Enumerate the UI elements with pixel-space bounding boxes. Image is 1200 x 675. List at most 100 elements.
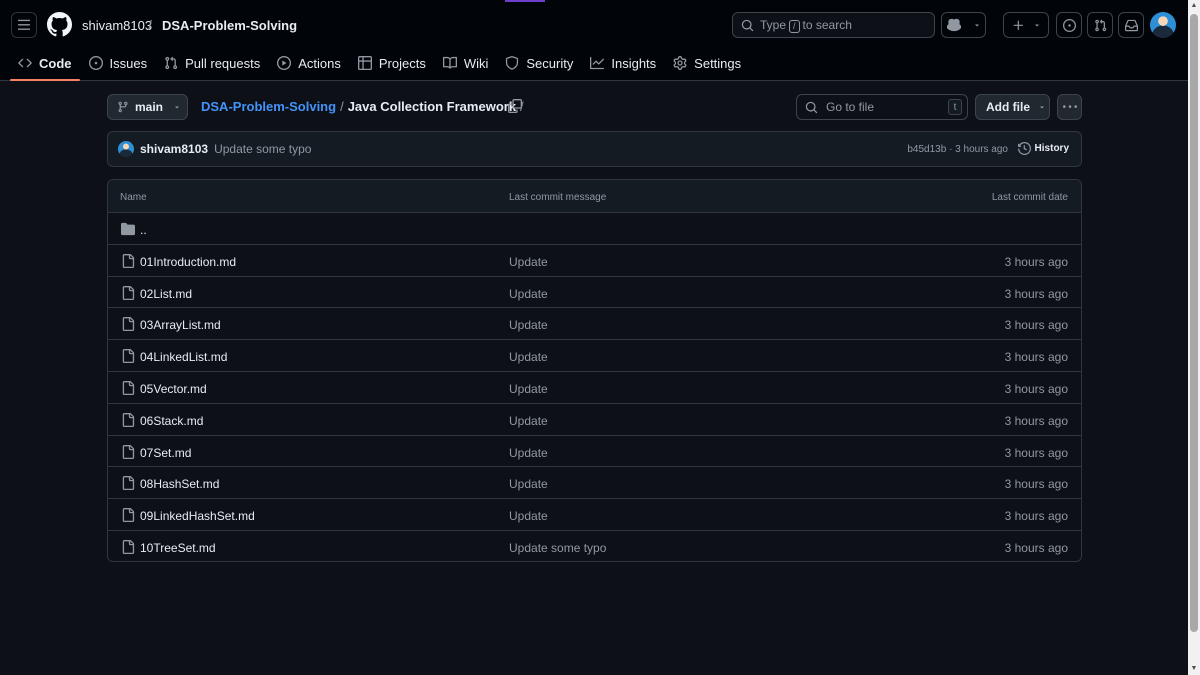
column-header-commit-date: Last commit date [991,192,1068,203]
table-row[interactable]: 08HashSet.md Update 3 hours ago [108,467,1081,500]
file-path-breadcrumb: DSA-Problem-Solving / Java Collection Fr… [201,99,524,114]
commit-author-avatar[interactable] [118,141,134,157]
table-row[interactable]: 01Introduction.md Update 3 hours ago [108,245,1081,277]
file-name-link[interactable]: 07Set.md [140,446,191,460]
file-commit-date: 3 hours ago [1004,509,1068,524]
header-owner-link[interactable]: shivam8103 [82,18,152,33]
search-placeholder: Type / to search [760,18,852,33]
table-row[interactable]: 04LinkedList.md Update 3 hours ago [108,340,1081,372]
file-icon [121,444,135,459]
file-commit-message-link[interactable]: Update [509,255,548,269]
file-commit-message-link[interactable]: Update [509,287,548,301]
tab-insights-label: Insights [611,55,657,71]
commit-hash-and-time[interactable]: b45d13b · 3 hours ago [907,144,1008,155]
chevron-down-icon [1033,21,1041,29]
branch-selector-button[interactable]: main [107,94,188,120]
inbox-button[interactable] [1118,12,1144,38]
file-name-link[interactable]: 08HashSet.md [140,477,219,491]
table-row[interactable]: 03ArrayList.md Update 3 hours ago [108,308,1081,341]
file-commit-date: 3 hours ago [1004,540,1068,555]
copilot-icon [946,18,961,32]
file-commit-message-link[interactable]: Update some typo [509,541,606,555]
table-row[interactable]: 06Stack.md Update 3 hours ago [108,404,1081,436]
pull-requests-button[interactable] [1087,12,1113,38]
file-name-link[interactable]: 10TreeSet.md [140,541,216,555]
plus-icon [1012,19,1025,32]
search-placeholder-suffix: to search [802,17,852,32]
file-table-header: Name Last commit message Last commit dat… [108,180,1081,213]
github-logo-icon[interactable] [47,12,72,37]
header-repo-link[interactable]: DSA-Problem-Solving [162,18,297,33]
user-avatar[interactable] [1150,12,1176,38]
file-icon [121,412,135,427]
tab-settings[interactable]: Settings [665,50,749,76]
parent-directory-row[interactable]: .. [108,213,1081,245]
file-commit-date: 3 hours ago [1004,350,1068,365]
file-name-link[interactable]: 06Stack.md [140,414,203,428]
file-commit-message-link[interactable]: Update [509,318,548,332]
issues-button[interactable] [1056,12,1082,38]
add-file-button[interactable]: Add file [975,94,1050,120]
copy-path-icon[interactable] [508,99,522,113]
tab-wiki[interactable]: Wiki [435,50,497,76]
file-icon [121,476,135,491]
commit-author-link[interactable]: shivam8103 [140,142,208,156]
file-commit-message-link[interactable]: Update [509,350,548,364]
menu-button[interactable] [11,12,37,38]
hamburger-icon [17,18,31,32]
file-commit-date: 3 hours ago [1004,381,1068,396]
inbox-icon [1124,19,1138,32]
commit-message-link[interactable]: Update some typo [214,142,311,156]
breadcrumb-repo-link[interactable]: DSA-Problem-Solving [201,99,336,114]
go-to-file-input[interactable]: Go to file t [796,94,968,120]
scrollbar-thumb[interactable] [1190,14,1198,632]
file-name-link[interactable]: 09LinkedHashSet.md [140,509,255,523]
tab-code[interactable]: Code [10,50,80,81]
file-commit-date: 3 hours ago [1004,413,1068,428]
file-name-link[interactable]: 01Introduction.md [140,255,236,269]
history-icon [1017,142,1031,155]
file-commit-message-link[interactable]: Update [509,509,548,523]
global-search-input[interactable]: Type / to search [732,12,935,38]
create-new-button[interactable] [1003,12,1049,38]
file-icon [121,349,135,364]
page-scrollbar[interactable]: ▲ ▼ [1188,0,1200,675]
file-name-link[interactable]: 05Vector.md [140,382,207,396]
tab-actions[interactable]: Actions [269,50,349,76]
table-row[interactable]: 02List.md Update 3 hours ago [108,277,1081,309]
scroll-down-arrow-icon[interactable]: ▼ [1190,665,1198,673]
file-icon [121,253,135,268]
book-icon [442,56,457,70]
column-header-name: Name [120,192,147,203]
chevron-down-icon [1038,103,1046,111]
table-row[interactable]: 07Set.md Update 3 hours ago [108,436,1081,468]
history-button[interactable]: History [1017,142,1069,155]
header-accent-bar [505,0,545,2]
tab-security[interactable]: Security [497,50,581,76]
file-commit-message-link[interactable]: Update [509,382,548,396]
more-options-button[interactable] [1057,94,1082,120]
tab-pull-requests[interactable]: Pull requests [156,50,268,76]
git-branch-icon [117,101,129,113]
file-commit-message-link[interactable]: Update [509,414,548,428]
scroll-up-arrow-icon[interactable]: ▲ [1190,2,1198,10]
tab-projects[interactable]: Projects [350,50,434,76]
tab-issues[interactable]: Issues [81,50,156,76]
file-name-link[interactable]: 04LinkedList.md [140,350,227,364]
parent-directory-link[interactable]: .. [140,223,147,237]
file-commit-message-link[interactable]: Update [509,477,548,491]
table-row[interactable]: 09LinkedHashSet.md Update 3 hours ago [108,499,1081,531]
file-name-link[interactable]: 02List.md [140,287,192,301]
git-pull-request-icon [1094,18,1107,32]
table-row[interactable]: 10TreeSet.md Update some typo 3 hours ag… [108,531,1081,561]
file-commit-message-link[interactable]: Update [509,446,548,460]
table-row[interactable]: 05Vector.md Update 3 hours ago [108,372,1081,404]
breadcrumb-current-dir: Java Collection Framework [347,99,517,114]
play-icon [277,56,292,70]
gear-icon [673,56,687,70]
copilot-button[interactable] [941,12,986,38]
file-commit-date: 3 hours ago [1004,286,1068,301]
tab-insights[interactable]: Insights [582,50,664,76]
tab-settings-label: Settings [694,55,742,71]
file-name-link[interactable]: 03ArrayList.md [140,318,221,332]
